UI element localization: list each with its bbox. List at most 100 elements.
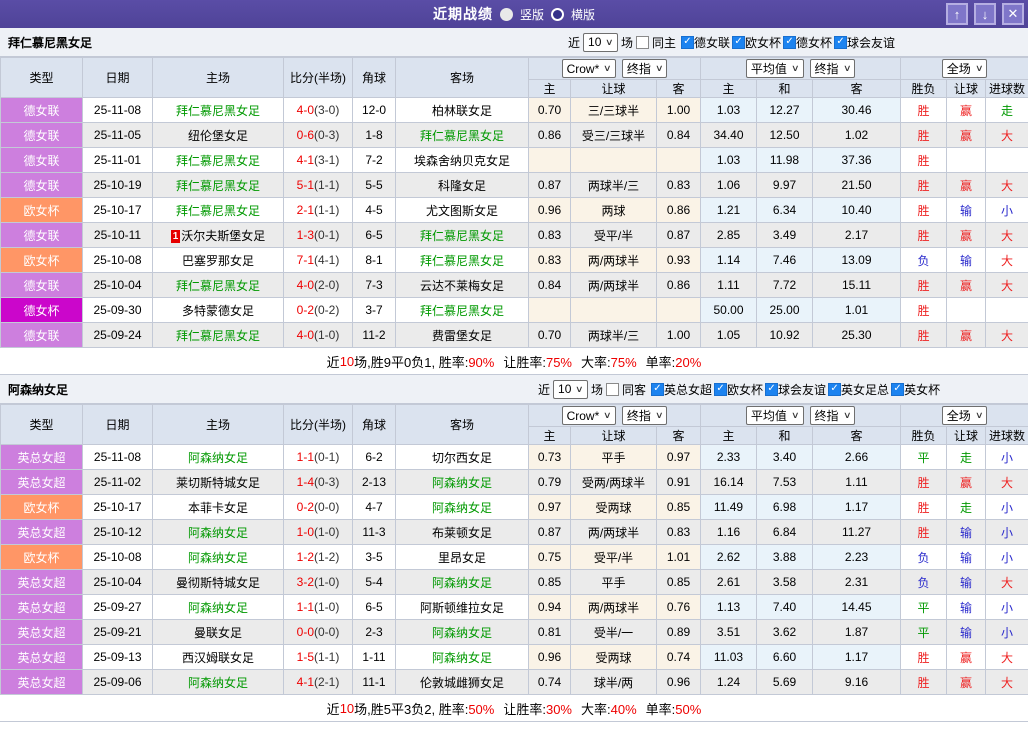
home-team-link[interactable]: 拜仁慕尼黑女足 <box>176 179 260 193</box>
home-team-link[interactable]: 阿森纳女足 <box>188 451 248 465</box>
full-time-score[interactable]: 4-0 <box>297 278 314 292</box>
league-filter-checkbox[interactable]: ✓ <box>732 36 745 49</box>
home-team-link[interactable]: 多特蒙德女足 <box>182 304 254 318</box>
average-select[interactable]: 平均值∨ <box>746 406 804 425</box>
full-time-score[interactable]: 5-1 <box>297 178 314 192</box>
scope-select[interactable]: 全场∨ <box>942 406 988 425</box>
home-team-link[interactable]: 沃尔夫斯堡女足 <box>181 229 265 243</box>
scope-select[interactable]: 全场∨ <box>942 59 988 78</box>
full-time-score[interactable]: 4-1 <box>297 153 314 167</box>
bookmaker-select[interactable]: Crow*∨ <box>562 59 616 78</box>
away-team-link[interactable]: 费雷堡女足 <box>432 329 492 343</box>
away-team-link[interactable]: 阿森纳女足 <box>432 626 492 640</box>
full-time-score[interactable]: 1-2 <box>297 550 314 564</box>
home-team-link[interactable]: 西汉姆联女足 <box>182 651 254 665</box>
home-team-link[interactable]: 阿森纳女足 <box>188 526 248 540</box>
score-cell[interactable]: 1-1(1-0) <box>284 595 353 620</box>
same-venue-checkbox[interactable] <box>606 383 619 396</box>
home-team-link[interactable]: 拜仁慕尼黑女足 <box>176 279 260 293</box>
full-time-score[interactable]: 4-1 <box>297 675 314 689</box>
away-team-link[interactable]: 柏林联女足 <box>432 104 492 118</box>
full-time-score[interactable]: 0-6 <box>297 128 314 142</box>
score-cell[interactable]: 1-5(1-1) <box>284 645 353 670</box>
league-filter-checkbox[interactable]: ✓ <box>651 383 664 396</box>
radio-horizontal-icon[interactable] <box>551 8 564 21</box>
matches-count-select[interactable]: 10∨ <box>553 380 588 399</box>
away-team-link[interactable]: 阿森纳女足 <box>432 501 492 515</box>
score-cell[interactable]: 7-1(4-1) <box>284 248 353 273</box>
league-filter-checkbox[interactable]: ✓ <box>891 383 904 396</box>
full-time-score[interactable]: 7-1 <box>297 253 314 267</box>
score-cell[interactable]: 1-4(0-3) <box>284 470 353 495</box>
same-venue-checkbox[interactable] <box>636 36 649 49</box>
away-team-link[interactable]: 埃森舍纳贝克女足 <box>414 154 510 168</box>
score-cell[interactable]: 4-0(2-0) <box>284 273 353 298</box>
home-team-link[interactable]: 阿森纳女足 <box>188 551 248 565</box>
full-time-score[interactable]: 1-5 <box>297 650 314 664</box>
away-team-link[interactable]: 拜仁慕尼黑女足 <box>420 254 504 268</box>
home-team-link[interactable]: 阿森纳女足 <box>188 601 248 615</box>
score-cell[interactable]: 4-1(3-1) <box>284 148 353 173</box>
full-time-score[interactable]: 0-2 <box>297 303 314 317</box>
away-team-link[interactable]: 拜仁慕尼黑女足 <box>420 229 504 243</box>
score-cell[interactable]: 4-0(3-0) <box>284 98 353 123</box>
league-filter-checkbox[interactable]: ✓ <box>834 36 847 49</box>
away-team-link[interactable]: 切尔西女足 <box>432 451 492 465</box>
home-team-link[interactable]: 巴塞罗那女足 <box>182 254 254 268</box>
full-time-score[interactable]: 1-1 <box>297 450 314 464</box>
score-cell[interactable]: 0-2(0-0) <box>284 495 353 520</box>
final-index-select[interactable]: 终指∨ <box>622 406 668 425</box>
score-cell[interactable]: 0-6(0-3) <box>284 123 353 148</box>
score-cell[interactable]: 1-2(1-2) <box>284 545 353 570</box>
final-index-select-2[interactable]: 终指∨ <box>810 406 856 425</box>
score-cell[interactable]: 1-0(1-0) <box>284 520 353 545</box>
score-cell[interactable]: 1-3(0-1) <box>284 223 353 248</box>
radio-vertical-label[interactable]: 竖版 <box>520 6 544 23</box>
home-team-link[interactable]: 曼彻斯特城女足 <box>176 576 260 590</box>
home-team-link[interactable]: 纽伦堡女足 <box>188 129 248 143</box>
away-team-link[interactable]: 云达不莱梅女足 <box>420 279 504 293</box>
scroll-up-button[interactable]: ↑ <box>946 3 968 25</box>
full-time-score[interactable]: 1-3 <box>297 228 314 242</box>
score-cell[interactable]: 5-1(1-1) <box>284 173 353 198</box>
close-button[interactable]: ✕ <box>1002 3 1024 25</box>
away-team-link[interactable]: 里昂女足 <box>438 551 486 565</box>
bookmaker-select[interactable]: Crow*∨ <box>562 406 616 425</box>
full-time-score[interactable]: 4-0 <box>297 328 314 342</box>
matches-count-select[interactable]: 10∨ <box>583 33 618 52</box>
league-filter-checkbox[interactable]: ✓ <box>765 383 778 396</box>
away-team-link[interactable]: 阿森纳女足 <box>432 651 492 665</box>
full-time-score[interactable]: 2-1 <box>297 203 314 217</box>
home-team-link[interactable]: 莱切斯特城女足 <box>176 476 260 490</box>
away-team-link[interactable]: 伦敦城雌狮女足 <box>420 676 504 690</box>
score-cell[interactable]: 2-1(1-1) <box>284 198 353 223</box>
full-time-score[interactable]: 1-1 <box>297 600 314 614</box>
full-time-score[interactable]: 4-0 <box>297 103 314 117</box>
score-cell[interactable]: 3-2(1-0) <box>284 570 353 595</box>
score-cell[interactable]: 0-2(0-2) <box>284 298 353 323</box>
league-filter-checkbox[interactable]: ✓ <box>828 383 841 396</box>
home-team-link[interactable]: 拜仁慕尼黑女足 <box>176 154 260 168</box>
league-filter-checkbox[interactable]: ✓ <box>783 36 796 49</box>
home-team-link[interactable]: 拜仁慕尼黑女足 <box>176 329 260 343</box>
full-time-score[interactable]: 0-2 <box>297 500 314 514</box>
radio-horizontal-label[interactable]: 横版 <box>571 6 595 23</box>
score-cell[interactable]: 1-1(0-1) <box>284 445 353 470</box>
away-team-link[interactable]: 布莱顿女足 <box>432 526 492 540</box>
league-filter-checkbox[interactable]: ✓ <box>714 383 727 396</box>
away-team-link[interactable]: 拜仁慕尼黑女足 <box>420 304 504 318</box>
home-team-link[interactable]: 拜仁慕尼黑女足 <box>176 104 260 118</box>
home-team-link[interactable]: 曼联女足 <box>194 626 242 640</box>
score-cell[interactable]: 4-0(1-0) <box>284 323 353 348</box>
full-time-score[interactable]: 1-0 <box>297 525 314 539</box>
home-team-link[interactable]: 阿森纳女足 <box>188 676 248 690</box>
away-team-link[interactable]: 阿斯顿维拉女足 <box>420 601 504 615</box>
full-time-score[interactable]: 1-4 <box>297 475 314 489</box>
full-time-score[interactable]: 3-2 <box>297 575 314 589</box>
league-filter-checkbox[interactable]: ✓ <box>681 36 694 49</box>
away-team-link[interactable]: 阿森纳女足 <box>432 576 492 590</box>
full-time-score[interactable]: 0-0 <box>297 625 314 639</box>
away-team-link[interactable]: 科隆女足 <box>438 179 486 193</box>
final-index-select-2[interactable]: 终指∨ <box>810 59 856 78</box>
away-team-link[interactable]: 尤文图斯女足 <box>426 204 498 218</box>
